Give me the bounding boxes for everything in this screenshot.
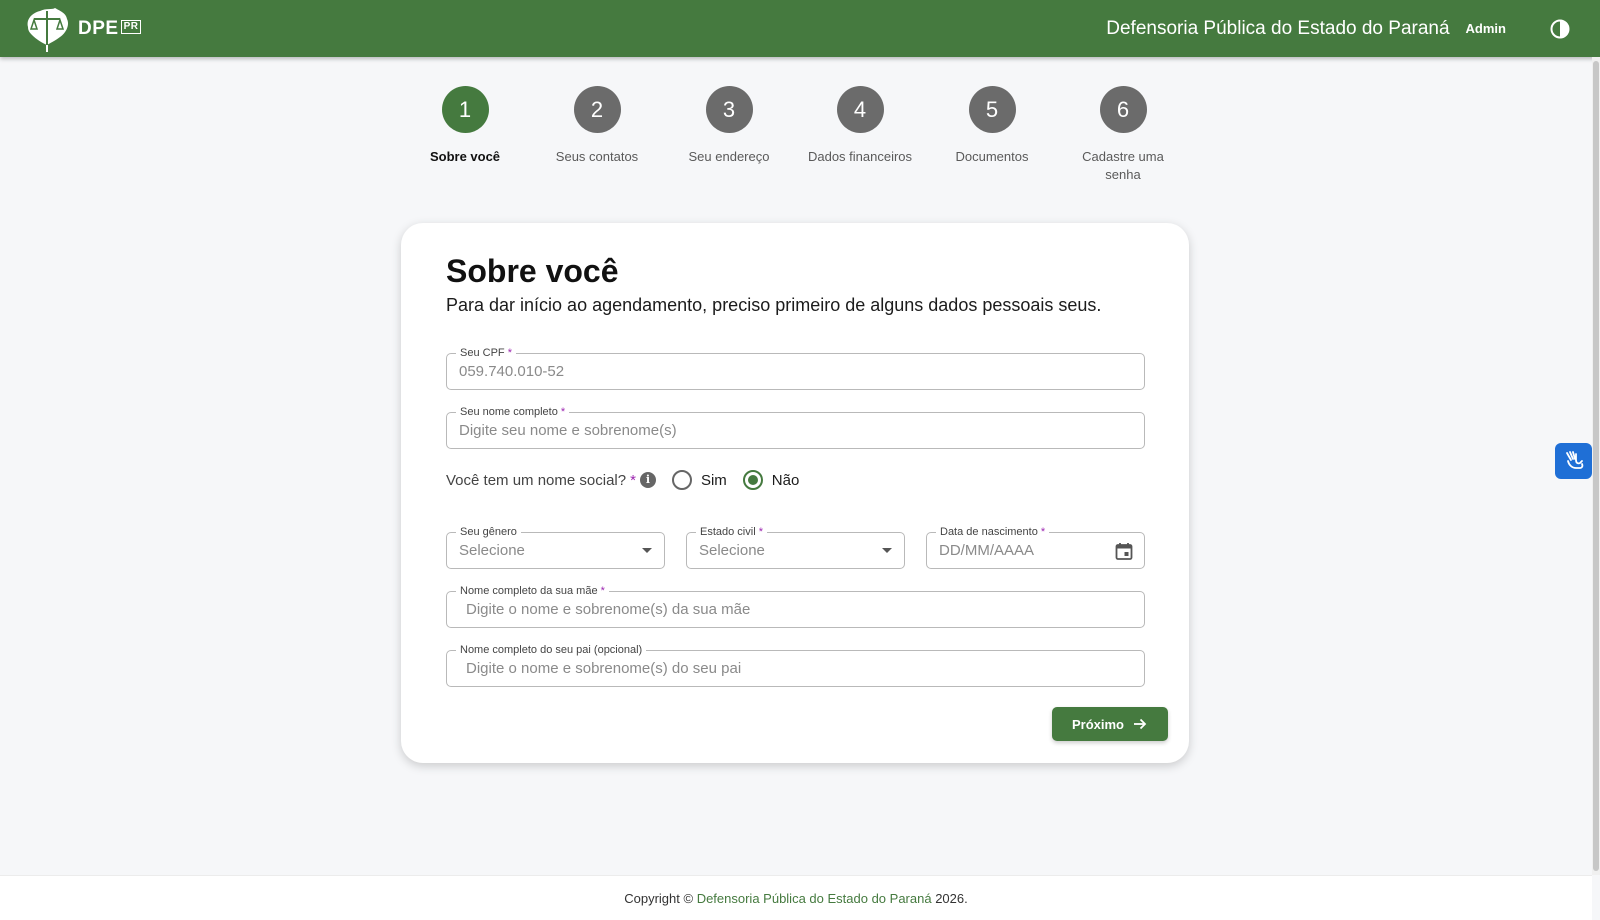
scales-logo-icon: [27, 7, 69, 52]
step-financial[interactable]: 4 Dados financeiros: [795, 86, 925, 166]
father-name-label: Nome completo do seu pai (opcional): [456, 643, 647, 657]
step-label: Documentos: [955, 149, 1029, 164]
step-number: 3: [705, 86, 753, 133]
step-address[interactable]: 3 Seu endereço: [664, 86, 794, 166]
copyright-prefix: Copyright ©: [624, 891, 694, 906]
radio-sim[interactable]: Sim: [671, 470, 727, 490]
sign-language-button[interactable]: [1555, 443, 1592, 479]
arrow-right-icon: [1134, 718, 1147, 730]
sign-language-hands-icon: [1565, 451, 1583, 469]
org-name: Defensoria Pública do Estado do Paraná: [1106, 17, 1450, 39]
footer: Copyright © Defensoria Pública do Estado…: [0, 875, 1592, 920]
radio-checked-icon: [742, 470, 763, 490]
full-name-label: Seu nome completo *: [456, 405, 570, 419]
page-subtitle: Para dar início ao agendamento, preciso …: [446, 295, 1102, 315]
step-label: Seu endereço: [688, 149, 770, 164]
gender-value: Selecione: [459, 542, 525, 559]
copyright-year: 2026.: [935, 891, 968, 906]
marital-status-select[interactable]: Estado civil * Selecione: [686, 525, 905, 569]
radio-sim-label: Sim: [700, 471, 727, 489]
step-number: 5: [968, 86, 1016, 133]
step-label: Cadastre uma senha: [1082, 149, 1164, 182]
logo[interactable]: DPE PR: [22, 5, 142, 53]
contrast-icon[interactable]: [1550, 19, 1570, 39]
step-label: Seus contatos: [555, 149, 639, 164]
father-name-input[interactable]: [466, 660, 1113, 677]
step-number: 6: [1099, 86, 1147, 133]
social-name-question: Você tem um nome social? * i Sim Não: [446, 470, 815, 490]
admin-link[interactable]: Admin: [1466, 21, 1506, 36]
gender-select[interactable]: Seu gênero Selecione: [446, 525, 665, 569]
page-title: Sobre você: [446, 253, 619, 289]
social-name-label: Você tem um nome social?: [446, 471, 627, 489]
step-label: Sobre você: [429, 149, 501, 164]
mother-name-label: Nome completo da sua mãe *: [456, 584, 609, 598]
calendar-icon[interactable]: [1114, 541, 1134, 561]
step-password[interactable]: 6 Cadastre uma senha: [1058, 86, 1188, 184]
father-name-field[interactable]: Nome completo do seu pai (opcional): [446, 643, 1145, 687]
marital-status-value: Selecione: [699, 542, 765, 559]
next-button[interactable]: Próximo: [1052, 707, 1168, 741]
radio-unchecked-icon: [671, 470, 692, 490]
logo-text: DPE: [78, 17, 119, 39]
step-number: 2: [573, 86, 621, 133]
chevron-down-icon: [882, 548, 892, 553]
chevron-down-icon: [642, 548, 652, 553]
step-number: 1: [441, 86, 489, 133]
step-contacts[interactable]: 2 Seus contatos: [532, 86, 662, 166]
mother-name-input[interactable]: [466, 601, 1113, 618]
full-name-field[interactable]: Seu nome completo *: [446, 405, 1145, 449]
full-name-input[interactable]: [459, 422, 1106, 439]
next-button-label: Próximo: [1071, 716, 1124, 732]
birth-date-label: Data de nascimento *: [936, 525, 1050, 539]
cpf-label: Seu CPF *: [456, 346, 516, 360]
mother-name-field[interactable]: Nome completo da sua mãe *: [446, 584, 1145, 628]
top-bar: DPE PR Defensoria Pública do Estado do P…: [0, 0, 1600, 57]
step-about-you[interactable]: 1 Sobre você: [400, 86, 530, 166]
birth-date-input[interactable]: [939, 542, 1106, 559]
marital-status-label: Estado civil *: [696, 525, 767, 539]
cpf-field[interactable]: Seu CPF * 059.740.010-52: [446, 346, 1145, 390]
step-label: Dados financeiros: [807, 149, 913, 164]
birth-date-field[interactable]: Data de nascimento *: [926, 525, 1145, 569]
radio-nao-label: Não: [771, 471, 800, 489]
gender-label: Seu gênero: [456, 525, 521, 539]
scrollbar-thumb[interactable]: [1593, 61, 1599, 871]
step-documents[interactable]: 5 Documentos: [927, 86, 1057, 166]
step-number: 4: [836, 86, 884, 133]
radio-nao[interactable]: Não: [742, 470, 800, 490]
required-mark: *: [630, 471, 636, 489]
form-card: Sobre você Para dar início ao agendament…: [401, 223, 1189, 763]
info-icon[interactable]: i: [639, 472, 656, 488]
footer-org-link[interactable]: Defensoria Pública do Estado do Paraná: [697, 891, 932, 906]
logo-badge: PR: [120, 19, 142, 34]
cpf-value: 059.740.010-52: [459, 363, 565, 380]
scrollbar[interactable]: [1592, 57, 1600, 875]
